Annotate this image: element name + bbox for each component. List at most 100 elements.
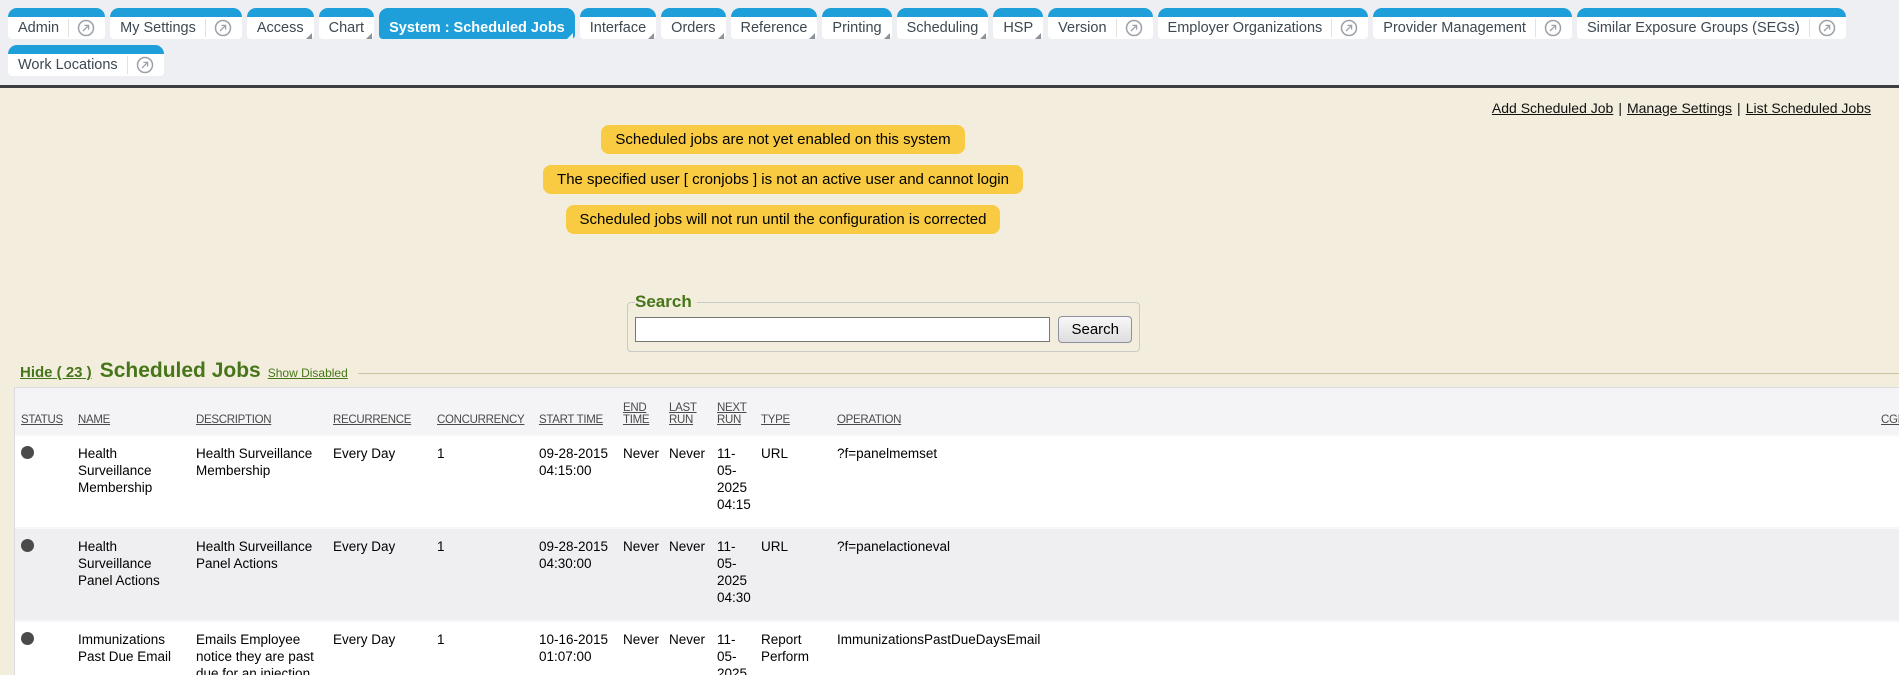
table-row[interactable]: Health Surveillance Membership Health Su… bbox=[15, 435, 1899, 528]
col-header-recurrence[interactable]: RECURRENCE bbox=[327, 388, 431, 435]
tab-admin[interactable]: Admin bbox=[8, 8, 105, 39]
col-header-end-time[interactable]: END TIME bbox=[617, 388, 663, 435]
name-cell: Immunizations Past Due Email bbox=[72, 621, 190, 675]
col-header-type[interactable]: TYPE bbox=[755, 388, 831, 435]
operation-cell: ImmunizationsPastDueDaysEmail bbox=[831, 621, 1875, 675]
hide-count-link[interactable]: Hide ( 23 ) bbox=[20, 364, 92, 381]
type-cell: URL bbox=[755, 435, 831, 528]
end-time-cell: Never bbox=[617, 528, 663, 621]
tab-label: Scheduling bbox=[907, 20, 979, 36]
submenu-fold-icon bbox=[366, 33, 372, 39]
description-cell: Health Surveillance Panel Actions bbox=[190, 528, 327, 621]
type-cell: Report Perform bbox=[755, 621, 831, 675]
tab-label: HSP bbox=[1003, 20, 1033, 36]
tab-label: Admin bbox=[18, 20, 59, 36]
warning-message: Scheduled jobs will not run until the co… bbox=[566, 205, 1001, 234]
table-row[interactable]: Health Surveillance Panel Actions Health… bbox=[15, 528, 1899, 621]
name-cell: Health Surveillance Membership bbox=[72, 435, 190, 528]
table-row[interactable]: Immunizations Past Due Email Emails Empl… bbox=[15, 621, 1899, 675]
tab-provider-management[interactable]: Provider Management bbox=[1373, 8, 1572, 39]
start-time-cell: 09-28-2015 04:30:00 bbox=[533, 528, 617, 621]
search-button[interactable]: Search bbox=[1058, 316, 1132, 343]
list-scheduled-jobs-link[interactable]: List Scheduled Jobs bbox=[1746, 100, 1871, 116]
col-header-status[interactable]: STATUS bbox=[15, 388, 72, 435]
tab-hsp[interactable]: HSP bbox=[993, 8, 1043, 39]
popout-icon[interactable] bbox=[205, 19, 232, 37]
submenu-fold-icon bbox=[648, 33, 654, 39]
tab-printing[interactable]: Printing bbox=[822, 8, 891, 39]
popout-icon[interactable] bbox=[1809, 19, 1836, 37]
last-run-cell: Never bbox=[663, 435, 711, 528]
popout-icon[interactable] bbox=[1116, 19, 1143, 37]
cgi-cell bbox=[1875, 435, 1899, 528]
tab-label: Version bbox=[1058, 20, 1106, 36]
tab-interface[interactable]: Interface bbox=[580, 8, 656, 39]
tab-version[interactable]: Version bbox=[1048, 8, 1152, 39]
recurrence-cell: Every Day bbox=[327, 528, 431, 621]
tab-orders[interactable]: Orders bbox=[661, 8, 725, 39]
tab-employer-organizations[interactable]: Employer Organizations bbox=[1158, 8, 1369, 39]
table-header-row: STATUS NAME DESCRIPTION RECURRENCE CONCU… bbox=[15, 388, 1899, 435]
submenu-fold-icon bbox=[884, 33, 890, 39]
warning-message: Scheduled jobs are not yet enabled on th… bbox=[601, 125, 964, 154]
cgi-cell bbox=[1875, 621, 1899, 675]
add-scheduled-job-link[interactable]: Add Scheduled Job bbox=[1492, 100, 1613, 116]
tab-system-scheduled-jobs[interactable]: System : Scheduled Jobs bbox=[379, 8, 575, 39]
warning-messages: Scheduled jobs are not yet enabled on th… bbox=[0, 125, 1566, 245]
col-header-name[interactable]: NAME bbox=[72, 388, 190, 435]
start-time-cell: 09-28-2015 04:15:00 bbox=[533, 435, 617, 528]
status-dot-icon bbox=[21, 632, 34, 645]
tab-bar: Admin My Settings Access Chart System : … bbox=[0, 0, 1899, 88]
tab-my-settings[interactable]: My Settings bbox=[110, 8, 242, 39]
tab-label: System : Scheduled Jobs bbox=[389, 20, 565, 36]
tab-similar-exposure-groups[interactable]: Similar Exposure Groups (SEGs) bbox=[1577, 8, 1846, 39]
last-run-cell: Never bbox=[663, 621, 711, 675]
description-cell: Health Surveillance Membership bbox=[190, 435, 327, 528]
tab-label: Orders bbox=[671, 20, 715, 36]
next-run-cell: 11-05-2025 04:30 bbox=[711, 528, 755, 621]
col-header-concurrency[interactable]: CONCURRENCY bbox=[431, 388, 533, 435]
tab-label: Provider Management bbox=[1383, 20, 1526, 36]
tab-access[interactable]: Access bbox=[247, 8, 314, 39]
page-title: Scheduled Jobs bbox=[100, 359, 261, 383]
submenu-fold-icon bbox=[567, 33, 573, 39]
tab-label: Work Locations bbox=[18, 57, 118, 73]
end-time-cell: Never bbox=[617, 621, 663, 675]
type-cell: URL bbox=[755, 528, 831, 621]
operation-cell: ?f=panelmemset bbox=[831, 435, 1875, 528]
tab-chart[interactable]: Chart bbox=[319, 8, 374, 39]
recurrence-cell: Every Day bbox=[327, 621, 431, 675]
submenu-fold-icon bbox=[980, 33, 986, 39]
operation-cell: ?f=panelactioneval bbox=[831, 528, 1875, 621]
submenu-fold-icon bbox=[306, 33, 312, 39]
tab-row-1: Admin My Settings Access Chart System : … bbox=[8, 8, 1891, 39]
popout-icon[interactable] bbox=[1535, 19, 1562, 37]
manage-settings-link[interactable]: Manage Settings bbox=[1627, 100, 1732, 116]
popout-icon[interactable] bbox=[127, 56, 154, 74]
last-run-cell: Never bbox=[663, 528, 711, 621]
show-disabled-link[interactable]: Show Disabled bbox=[268, 366, 348, 380]
col-header-start-time[interactable]: START TIME bbox=[533, 388, 617, 435]
tab-label: Reference bbox=[741, 20, 808, 36]
search-panel-title: Search bbox=[635, 292, 697, 312]
status-cell bbox=[15, 435, 72, 528]
tab-reference[interactable]: Reference bbox=[731, 8, 818, 39]
col-header-cgi[interactable]: CGI bbox=[1875, 388, 1899, 435]
status-cell bbox=[15, 528, 72, 621]
status-cell bbox=[15, 621, 72, 675]
tab-work-locations[interactable]: Work Locations bbox=[8, 45, 164, 76]
tab-scheduling[interactable]: Scheduling bbox=[897, 8, 989, 39]
submenu-fold-icon bbox=[1035, 33, 1041, 39]
col-header-next-run[interactable]: NEXT RUN bbox=[711, 388, 755, 435]
warning-message: The specified user [ cronjobs ] is not a… bbox=[543, 165, 1023, 194]
col-header-last-run[interactable]: LAST RUN bbox=[663, 388, 711, 435]
concurrency-cell: 1 bbox=[431, 528, 533, 621]
popout-icon[interactable] bbox=[68, 19, 95, 37]
popout-icon[interactable] bbox=[1331, 19, 1358, 37]
col-header-operation[interactable]: OPERATION bbox=[831, 388, 1875, 435]
search-input[interactable] bbox=[635, 317, 1050, 342]
header-rule bbox=[358, 373, 1899, 374]
col-header-description[interactable]: DESCRIPTION bbox=[190, 388, 327, 435]
cgi-cell bbox=[1875, 528, 1899, 621]
tab-label: Access bbox=[257, 20, 304, 36]
